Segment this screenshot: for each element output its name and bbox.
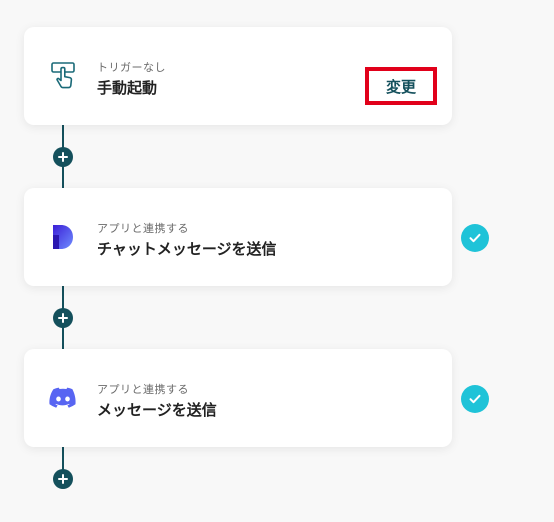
discord-logo-icon [48,383,78,413]
action-step-card[interactable]: アプリと連携する メッセージを送信 [24,349,452,447]
step-title: チャットメッセージを送信 [97,240,277,258]
action-step-card[interactable]: アプリと連携する チャットメッセージを送信 [24,188,452,286]
add-step-button[interactable] [53,308,73,328]
step-title: 手動起動 [97,79,158,97]
manual-trigger-icon [48,61,78,91]
trigger-step-card[interactable]: トリガーなし 手動起動 変更 [24,27,452,125]
step-subtitle: アプリと連携する [97,383,189,396]
add-step-button[interactable] [53,469,73,489]
flow-connector-line [62,447,64,471]
change-trigger-button[interactable]: 変更 [365,67,437,105]
plus-icon [58,474,68,484]
step-title: メッセージを送信 [97,401,217,419]
plus-icon [58,152,68,162]
plus-icon [58,313,68,323]
add-step-button[interactable] [53,147,73,167]
step-subtitle: アプリと連携する [97,222,189,235]
step-subtitle: トリガーなし [97,61,166,74]
completed-check-icon [461,224,489,252]
dialpad-logo-icon [48,222,78,252]
completed-check-icon [461,385,489,413]
